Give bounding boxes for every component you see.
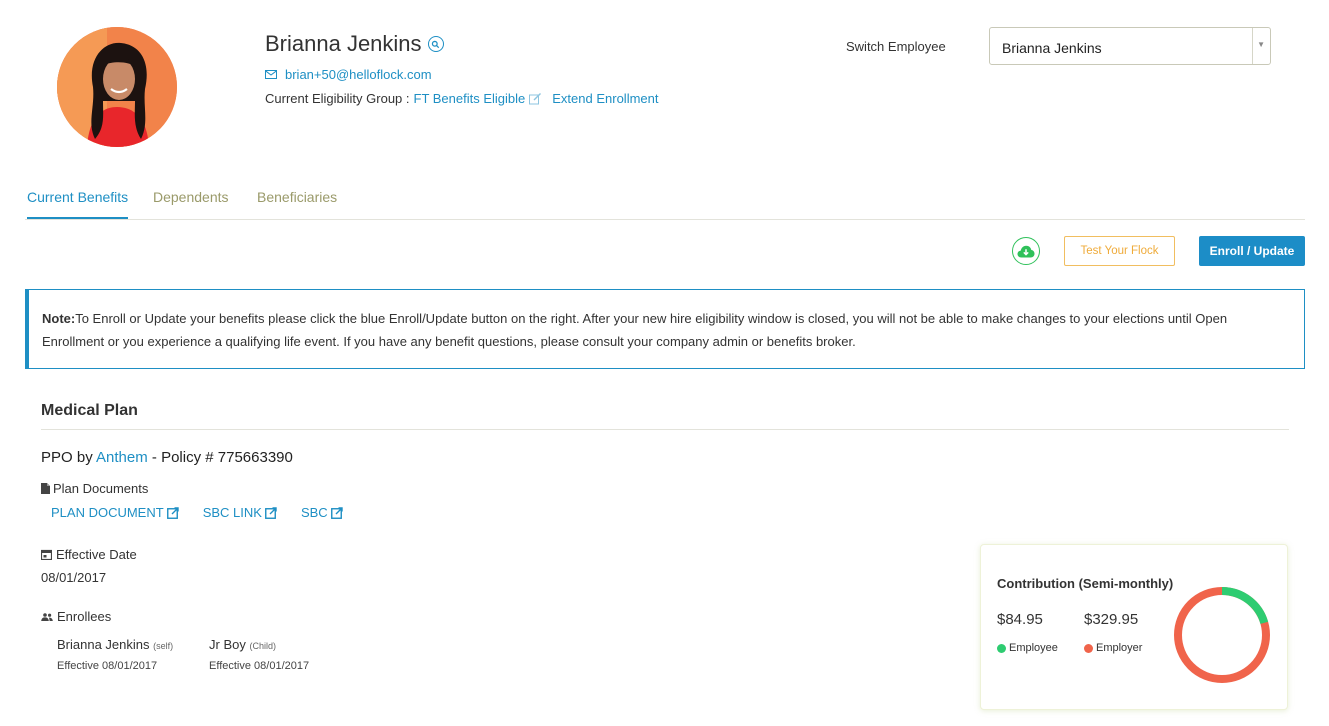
plan-document-link-text: PLAN DOCUMENT (51, 505, 164, 520)
enrollee-name: Jr Boy (Child) (209, 637, 276, 652)
employer-legend-dot (1084, 643, 1093, 653)
sbc-link-link[interactable]: SBC LINK (203, 505, 277, 520)
employer-legend: Employer (1084, 642, 1142, 654)
sbc-text: SBC (300, 505, 328, 520)
employee-email[interactable]: brian+50@helloflock.com (265, 67, 432, 82)
enrollees-label: Enrollees (41, 609, 111, 624)
note-text: To Enroll or Update your benefits please… (42, 311, 1228, 349)
employee-legend: Employee (997, 642, 1058, 654)
enrollee-child-effective: Effective 08/01/2017 (209, 660, 310, 672)
enrollee-self-effective: Effective 08/01/2017 (57, 660, 158, 672)
external-link-icon (166, 506, 179, 519)
chevron-down-icon: ▼ (1257, 40, 1265, 49)
edit-icon[interactable] (529, 92, 542, 105)
contribution-card: Contribution (Semi-monthly) $84.95 $329.… (980, 544, 1288, 710)
employee-name: Brianna Jenkins (265, 31, 444, 57)
people-icon (41, 612, 53, 621)
calendar-icon (41, 549, 52, 560)
employee-name-text: Brianna Jenkins (265, 31, 422, 56)
carrier-link[interactable]: Anthem (96, 449, 148, 466)
effective-date-label: Effective Date (41, 547, 137, 562)
view-profile-icon[interactable] (427, 36, 444, 52)
tab-dependents[interactable]: Dependents (153, 189, 229, 219)
eligibility-group-link[interactable]: FT Benefits Eligible (414, 91, 526, 106)
contribution-donut-chart (1174, 587, 1270, 683)
external-link-icon (330, 506, 343, 519)
extend-enrollment-link[interactable]: Extend Enrollment (552, 91, 658, 106)
employee-legend-label: Employee (1009, 642, 1058, 654)
benefits-tabs: Current Benefits Dependents Beneficiarie… (25, 183, 1305, 220)
enroll-update-button[interactable]: Enroll / Update (1199, 236, 1305, 266)
switch-employee-select[interactable]: Brianna Jenkins ▼ (989, 27, 1271, 65)
document-icon (41, 483, 50, 494)
employee-amount: $84.95 (997, 611, 1043, 628)
select-divider (1252, 28, 1253, 64)
sbc-link-text: SBC LINK (202, 505, 262, 520)
external-link-icon (264, 506, 277, 519)
employer-legend-label: Employer (1096, 642, 1143, 654)
enrollee-child-name: Jr Boy (209, 637, 246, 652)
enrollee-child-relation: (Child) (249, 641, 276, 651)
sbc-link[interactable]: SBC (301, 505, 343, 520)
enrollee-self-relation: (self) (153, 641, 174, 651)
enrollment-note: Note:To Enroll or Update your benefits p… (25, 289, 1305, 369)
medical-plan-title: Medical Plan (41, 402, 138, 419)
avatar (57, 27, 177, 147)
switch-employee-value: Brianna Jenkins (1002, 40, 1102, 56)
plan-documents-text: Plan Documents (53, 481, 149, 496)
enrollee-name: Brianna Jenkins (self) (57, 637, 173, 652)
download-button[interactable] (1012, 237, 1040, 265)
employee-legend-dot (997, 643, 1006, 653)
mail-icon (265, 70, 277, 79)
enrollees-text: Enrollees (57, 609, 112, 624)
switch-employee-label: Switch Employee (846, 39, 946, 54)
enrollee-self-name: Brianna Jenkins (57, 637, 150, 652)
test-your-flock-button[interactable]: Test Your Flock (1064, 236, 1175, 266)
plan-document-link[interactable]: PLAN DOCUMENT (51, 505, 179, 520)
employer-amount: $329.95 (1084, 611, 1139, 628)
plan-by: by (76, 449, 93, 466)
plan-summary: PPO by Anthem - Policy # 775663390 (41, 449, 293, 466)
tab-current-benefits[interactable]: Current Benefits (27, 189, 129, 219)
effective-date-value: 08/01/2017 (41, 570, 107, 585)
email-text: brian+50@helloflock.com (285, 67, 432, 82)
eligibility-row: Current Eligibility Group : FT Benefits … (265, 91, 659, 106)
cloud-download-icon (1017, 245, 1035, 258)
plan-document-links: PLAN DOCUMENT SBC LINK SBC (51, 505, 343, 520)
note-prefix: Note: (42, 311, 76, 326)
tab-beneficiaries[interactable]: Beneficiaries (257, 189, 337, 219)
eligibility-label: Current Eligibility Group : (265, 91, 410, 106)
policy-number: - Policy # 775663390 (151, 449, 293, 466)
plan-type: PPO (41, 449, 73, 466)
contribution-title: Contribution (Semi-monthly) (997, 576, 1174, 591)
plan-documents-label: Plan Documents (41, 481, 148, 496)
section-divider (41, 429, 1289, 430)
effective-date-text: Effective Date (56, 547, 137, 562)
